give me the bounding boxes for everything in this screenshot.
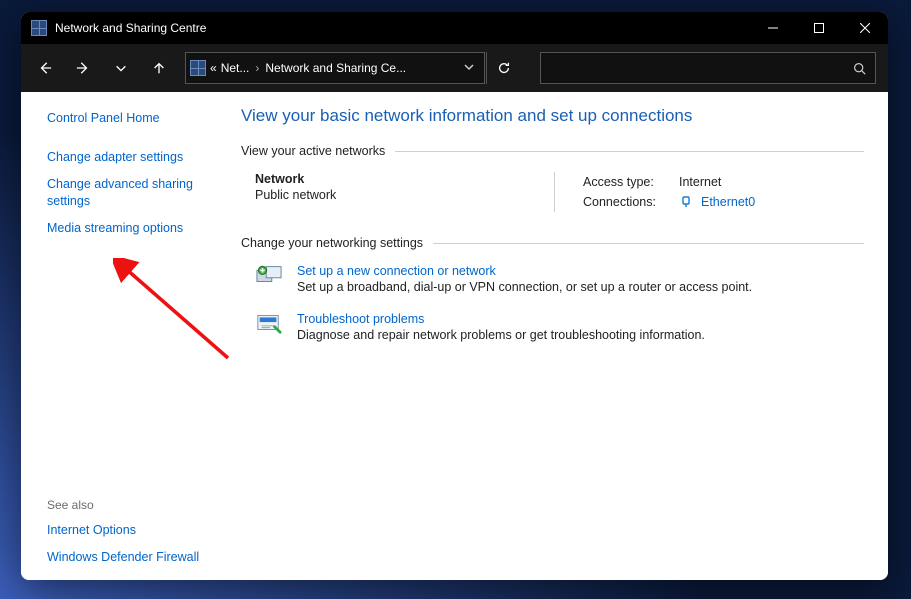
connections-label: Connections:: [583, 192, 671, 212]
forward-button[interactable]: [65, 50, 101, 86]
access-type-label: Access type:: [583, 172, 671, 192]
change-settings-label: Change your networking settings: [241, 236, 864, 250]
breadcrumb-1[interactable]: Net...: [221, 61, 250, 75]
sidebar-link-advanced-sharing[interactable]: Change advanced sharing settings: [47, 176, 213, 210]
setting-desc: Diagnose and repair network problems or …: [297, 328, 705, 342]
active-networks-label: View your active networks: [241, 144, 864, 158]
setting-title[interactable]: Troubleshoot problems: [297, 312, 705, 326]
active-network-block: Network Public network Access type: Inte…: [255, 172, 864, 212]
new-connection-icon: [255, 264, 283, 292]
network-type: Public network: [255, 188, 542, 202]
close-button[interactable]: [842, 12, 888, 44]
window: Network and Sharing Centre « Net...: [21, 12, 888, 580]
divider: [395, 151, 864, 152]
see-also-internet-options[interactable]: Internet Options: [47, 522, 213, 539]
search-input[interactable]: [541, 61, 843, 75]
see-also-firewall[interactable]: Windows Defender Firewall: [47, 549, 213, 566]
setting-title[interactable]: Set up a new connection or network: [297, 264, 752, 278]
minimize-button[interactable]: [750, 12, 796, 44]
access-type-value: Internet: [679, 172, 721, 192]
see-also-label: See also: [47, 498, 213, 512]
breadcrumb-2[interactable]: Network and Sharing Ce...: [265, 61, 406, 75]
address-prefix: «: [210, 61, 217, 75]
address-bar[interactable]: « Net... › Network and Sharing Ce...: [185, 52, 485, 84]
window-title: Network and Sharing Centre: [55, 21, 206, 35]
setting-item-troubleshoot: Troubleshoot problems Diagnose and repai…: [255, 312, 864, 342]
search-bar[interactable]: [540, 52, 876, 84]
address-icon: [190, 60, 206, 76]
network-name: Network: [255, 172, 542, 186]
navbar: « Net... › Network and Sharing Ce...: [21, 44, 888, 92]
address-dropdown-icon[interactable]: [458, 61, 480, 75]
main-panel: View your basic network information and …: [221, 92, 888, 580]
sidebar: Control Panel Home Change adapter settin…: [21, 92, 221, 580]
recent-locations-button[interactable]: [103, 50, 139, 86]
maximize-button[interactable]: [796, 12, 842, 44]
sidebar-link-adapter[interactable]: Change adapter settings: [47, 149, 213, 166]
refresh-button[interactable]: [486, 52, 520, 84]
troubleshoot-icon: [255, 312, 283, 340]
titlebar: Network and Sharing Centre: [21, 12, 888, 44]
search-icon[interactable]: [843, 62, 875, 75]
breadcrumb-sep: ›: [253, 61, 261, 75]
content: Control Panel Home Change adapter settin…: [21, 92, 888, 580]
page-title: View your basic network information and …: [241, 106, 864, 126]
divider: [433, 243, 864, 244]
ethernet-icon: [679, 195, 693, 209]
sidebar-link-media-streaming[interactable]: Media streaming options: [47, 220, 213, 237]
up-button[interactable]: [141, 50, 177, 86]
app-icon: [31, 20, 47, 36]
sidebar-home-link[interactable]: Control Panel Home: [47, 110, 213, 127]
connection-link[interactable]: Ethernet0: [701, 192, 755, 212]
setting-desc: Set up a broadband, dial-up or VPN conne…: [297, 280, 752, 294]
setting-item-new-connection: Set up a new connection or network Set u…: [255, 264, 864, 294]
back-button[interactable]: [27, 50, 63, 86]
